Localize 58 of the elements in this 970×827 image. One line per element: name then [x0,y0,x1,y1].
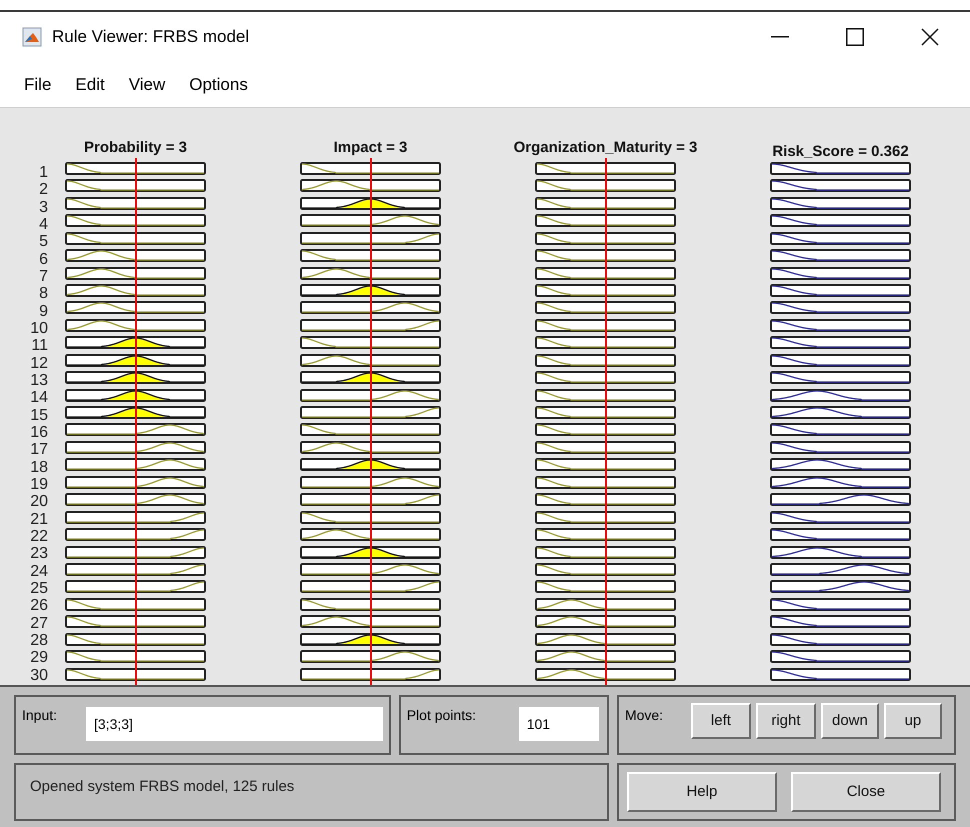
input-value-line[interactable] [604,158,606,685]
move-label: Move: [624,706,664,725]
variable-label: Risk_Score = 0.362 [772,142,909,159]
rule-number: 12 [30,356,48,373]
rule-number: 1 [39,165,48,182]
dialog-button[interactable]: Close [790,772,941,812]
rule-number: 11 [31,338,48,356]
move-button[interactable]: up [884,703,942,739]
menu-item[interactable]: Edit [65,70,115,100]
minimize-icon [771,36,789,38]
menu-item[interactable]: File [14,70,62,100]
move-button[interactable]: down [820,703,879,739]
rule-number: 16 [30,424,48,442]
rule-number: 2 [39,182,48,200]
rule-number: 30 [30,668,48,685]
menu-item[interactable]: Options [179,70,258,100]
rule-number: 20 [30,494,48,512]
rule-number: 25 [30,580,48,598]
rule-number: 8 [39,286,48,304]
variable-label: Probability = 3 [84,138,187,155]
rule-number: 18 [30,460,48,477]
rule-number: 9 [39,304,48,321]
input-label: Input: [22,706,58,725]
close-icon [921,28,939,46]
rule-number: 5 [39,234,48,252]
rule-number: 24 [30,564,48,581]
app-icon [22,27,42,47]
input-value-line[interactable] [370,158,372,685]
rule-number: 21 [30,512,48,529]
rule-number: 19 [30,476,48,494]
rule-number: 23 [30,546,48,564]
rule-number: 22 [30,528,48,546]
variable-label: Impact = 3 [334,138,408,155]
menu-item[interactable]: View [118,70,176,100]
rule-number: 15 [30,408,48,425]
rule-number: 28 [30,632,48,650]
plot-points-field[interactable]: 101 [518,707,599,741]
rule-number: 3 [39,200,48,217]
rule-number: 13 [30,372,48,390]
variable-label: Organization_Maturity = 3 [514,138,698,155]
move-button[interactable]: right [756,703,816,739]
rule-number: 6 [39,252,48,269]
rule-number: 26 [30,598,48,616]
maximize-icon [846,28,864,46]
window-title: Rule Viewer: FRBS model [52,26,250,48]
status-text: Opened system FRBS model, 125 rules [30,778,294,795]
input-field[interactable]: [3;3;3] [86,707,383,741]
rule-number: 27 [30,616,48,633]
rule-number: 4 [39,216,48,234]
input-value-line[interactable] [134,158,136,685]
plot-points-label: Plot points: [406,706,477,725]
move-button[interactable]: left [690,703,751,739]
rule-number: 14 [30,390,48,408]
rule-number: 10 [30,320,48,338]
dialog-button[interactable]: Help [626,772,777,812]
rule-number: 17 [30,442,48,460]
rule-number: 29 [30,650,48,668]
rule-number: 7 [39,268,48,286]
